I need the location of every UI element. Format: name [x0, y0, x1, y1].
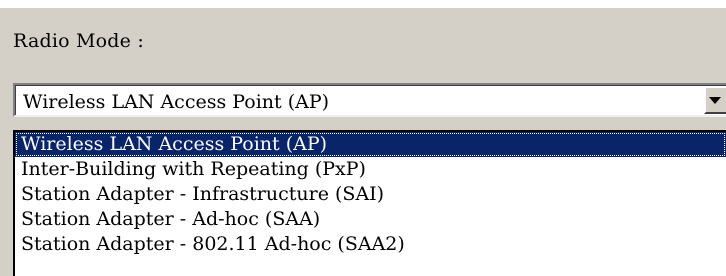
option-pxp[interactable]: Inter-Building with Repeating (PxP)	[15, 157, 726, 182]
radio-mode-select[interactable]: Wireless LAN Access Point (AP)	[13, 83, 726, 117]
top-strip	[0, 0, 726, 8]
option-saa[interactable]: Station Adapter - Ad-hoc (SAA)	[15, 207, 726, 232]
option-ap[interactable]: Wireless LAN Access Point (AP)	[15, 132, 726, 157]
radio-mode-options-list[interactable]: Wireless LAN Access Point (AP) Inter-Bui…	[13, 130, 726, 276]
settings-panel: Radio Mode : Wireless LAN Access Point (…	[0, 0, 726, 276]
dropdown-button[interactable]	[704, 86, 726, 114]
option-saa2[interactable]: Station Adapter - 802.11 Ad-hoc (SAA2)	[15, 232, 726, 257]
option-sai[interactable]: Station Adapter - Infrastructure (SAI)	[15, 182, 726, 207]
chevron-down-icon	[709, 96, 721, 104]
radio-mode-label: Radio Mode :	[13, 30, 144, 52]
radio-mode-selected-value: Wireless LAN Access Point (AP)	[23, 91, 330, 113]
